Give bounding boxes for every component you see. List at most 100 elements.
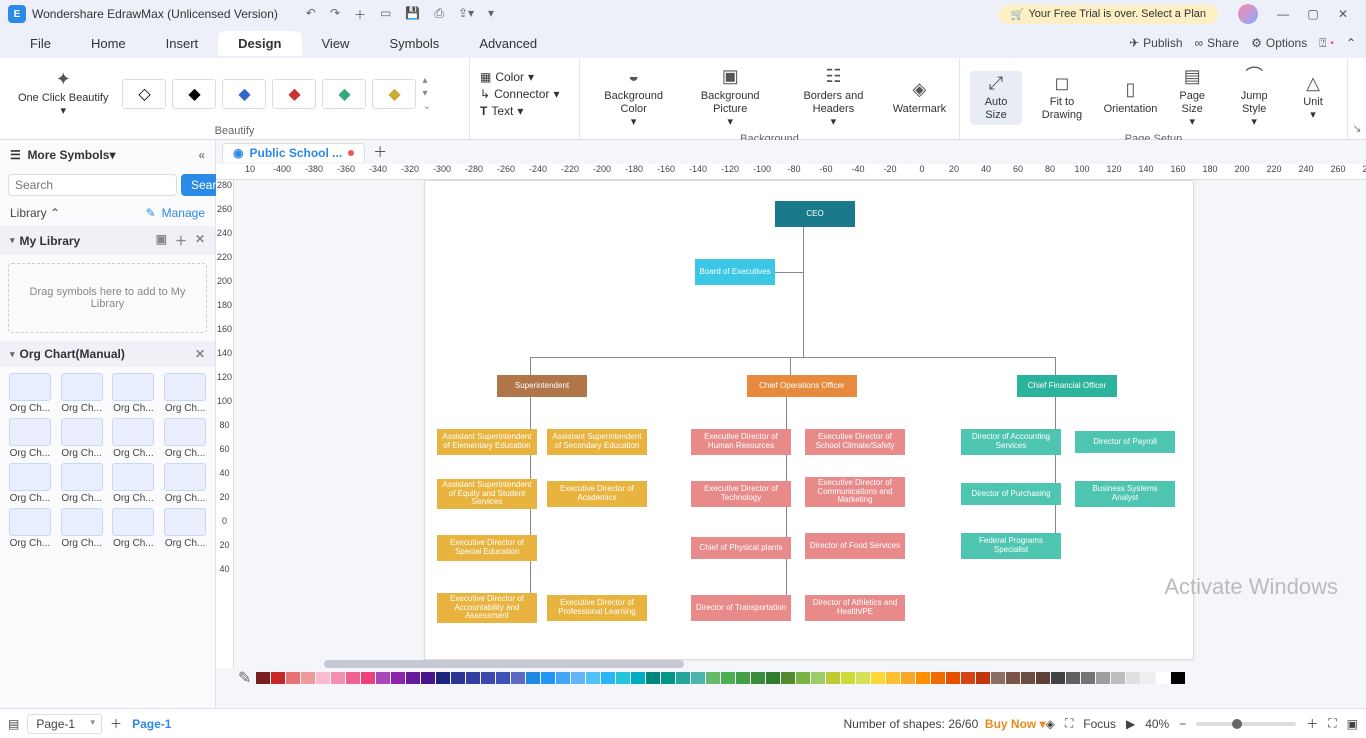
color-swatch[interactable] bbox=[1096, 672, 1110, 684]
org-node[interactable]: Board of Executives bbox=[695, 259, 775, 285]
color-swatch[interactable] bbox=[1021, 672, 1035, 684]
symbol-thumb[interactable]: Org Ch... bbox=[110, 418, 158, 459]
color-swatch[interactable] bbox=[961, 672, 975, 684]
undo-icon[interactable]: ↶ bbox=[306, 6, 316, 23]
zoom-in-button[interactable]: ＋ bbox=[1306, 715, 1318, 732]
redo-icon[interactable]: ↷ bbox=[330, 6, 340, 23]
org-node[interactable]: Director of Transportation bbox=[691, 595, 791, 621]
color-swatch[interactable] bbox=[1126, 672, 1140, 684]
style-preset-5[interactable]: ◆ bbox=[322, 79, 366, 109]
menu-file[interactable]: File bbox=[10, 31, 71, 56]
color-swatch[interactable] bbox=[496, 672, 510, 684]
library-drop-zone[interactable]: Drag symbols here to add to My Library bbox=[8, 263, 207, 333]
org-chart-section[interactable]: ▾Org Chart(Manual) ✕ bbox=[0, 341, 215, 367]
org-node[interactable]: Director of Payroll bbox=[1075, 431, 1175, 453]
lib-new-icon[interactable]: ▣ bbox=[156, 232, 167, 249]
org-node[interactable]: Executive Director of Human Resources bbox=[691, 429, 791, 455]
color-swatch[interactable] bbox=[1006, 672, 1020, 684]
jump-style-button[interactable]: ⌒Jump Style ▾ bbox=[1225, 64, 1283, 131]
color-swatch[interactable] bbox=[1051, 672, 1065, 684]
style-preset-4[interactable]: ◆ bbox=[272, 79, 316, 109]
org-node[interactable]: Executive Director of Accountability and… bbox=[437, 593, 537, 623]
maximize-button[interactable]: ▢ bbox=[1298, 7, 1328, 21]
color-swatch[interactable] bbox=[976, 672, 990, 684]
watermark-button[interactable]: ◈Watermark bbox=[890, 77, 949, 118]
options-button[interactable]: ⚙ Options bbox=[1251, 36, 1307, 50]
color-swatch[interactable] bbox=[691, 672, 705, 684]
page-selector[interactable]: Page-1 bbox=[27, 714, 102, 734]
color-swatch[interactable] bbox=[901, 672, 915, 684]
my-library-section[interactable]: ▾My Library ▣ ＋ ✕ bbox=[0, 226, 215, 255]
org-node[interactable]: Assistant Superintendent of Elementary E… bbox=[437, 429, 537, 455]
minimize-button[interactable]: — bbox=[1268, 7, 1298, 21]
style-preset-3[interactable]: ◆ bbox=[222, 79, 266, 109]
menu-advanced[interactable]: Advanced bbox=[459, 31, 557, 56]
color-swatch[interactable] bbox=[721, 672, 735, 684]
page-indicator[interactable]: Page-1 bbox=[132, 717, 171, 731]
share-button[interactable]: ∞ Share bbox=[1195, 36, 1240, 50]
symbol-thumb[interactable]: Org Ch... bbox=[58, 373, 106, 414]
color-swatch[interactable] bbox=[406, 672, 420, 684]
color-swatch[interactable] bbox=[781, 672, 795, 684]
color-swatch[interactable] bbox=[841, 672, 855, 684]
color-swatch[interactable] bbox=[661, 672, 675, 684]
page-list-icon[interactable]: ▤ bbox=[8, 717, 19, 731]
color-swatch[interactable] bbox=[736, 672, 750, 684]
lib-add-icon[interactable]: ＋ bbox=[175, 232, 187, 249]
color-swatch[interactable] bbox=[1081, 672, 1095, 684]
org-node[interactable]: Federal Programs Specialist bbox=[961, 533, 1061, 559]
color-swatch[interactable] bbox=[1171, 672, 1185, 684]
fit-to-drawing-button[interactable]: ◻Fit to Drawing bbox=[1028, 71, 1096, 125]
style-preset-2[interactable]: ◆ bbox=[172, 79, 216, 109]
org-node[interactable]: Director of Athletics and Health/PE bbox=[805, 595, 905, 621]
color-swatch[interactable] bbox=[796, 672, 810, 684]
unit-button[interactable]: △Unit ▾ bbox=[1289, 71, 1337, 125]
color-swatch[interactable] bbox=[946, 672, 960, 684]
close-button[interactable]: ✕ bbox=[1328, 7, 1358, 21]
color-swatch[interactable] bbox=[1111, 672, 1125, 684]
orientation-button[interactable]: ▯Orientation bbox=[1102, 77, 1159, 118]
org-node[interactable]: Director of Food Services bbox=[805, 533, 905, 559]
section-close-icon[interactable]: ✕ bbox=[195, 347, 205, 361]
export-icon[interactable]: ⇪▾ bbox=[458, 6, 474, 23]
manage-library-button[interactable]: ✎ Manage bbox=[146, 206, 205, 220]
page[interactable]: CEOBoard of ExecutivesSuperintendentChie… bbox=[424, 180, 1194, 660]
menu-view[interactable]: View bbox=[302, 31, 370, 56]
org-node[interactable]: Executive Director of Professional Learn… bbox=[547, 595, 647, 621]
org-node[interactable]: Executive Director of Technology bbox=[691, 481, 791, 507]
symbol-thumb[interactable]: Org Ch... bbox=[161, 508, 209, 549]
add-page-button[interactable]: ＋ bbox=[110, 715, 122, 732]
color-swatch[interactable] bbox=[1156, 672, 1170, 684]
org-node[interactable]: Executive Director of Communications and… bbox=[805, 477, 905, 507]
org-node[interactable]: Business Systems Analyst bbox=[1075, 481, 1175, 507]
org-node[interactable]: Director of Purchasing bbox=[961, 483, 1061, 505]
auto-size-button[interactable]: ⤢Auto Size bbox=[970, 71, 1022, 125]
symbol-thumb[interactable]: Org Ch... bbox=[110, 508, 158, 549]
color-swatch[interactable] bbox=[1066, 672, 1080, 684]
color-swatch[interactable] bbox=[646, 672, 660, 684]
document-tab[interactable]: ◉ Public School ... bbox=[222, 143, 365, 162]
color-swatch[interactable] bbox=[301, 672, 315, 684]
color-swatch[interactable] bbox=[886, 672, 900, 684]
notifications-icon[interactable]: ⍰• bbox=[1319, 36, 1334, 51]
one-click-beautify-button[interactable]: ✦ One Click Beautify ▾ bbox=[10, 67, 116, 121]
collapse-ribbon-icon[interactable]: ⌃ bbox=[1346, 36, 1356, 50]
org-node[interactable]: Assistant Superintendent of Equity and S… bbox=[437, 479, 537, 509]
style-preset-1[interactable]: ◇ bbox=[122, 79, 166, 109]
bg-color-button[interactable]: ◒Background Color ▾ bbox=[590, 64, 677, 131]
style-expand-icon[interactable]: ⌄ bbox=[422, 101, 430, 112]
color-swatch[interactable] bbox=[826, 672, 840, 684]
symbol-thumb[interactable]: Org Ch... bbox=[161, 373, 209, 414]
color-swatch[interactable] bbox=[316, 672, 330, 684]
symbol-thumb[interactable]: Org Ch... bbox=[6, 418, 54, 459]
color-swatch[interactable] bbox=[541, 672, 555, 684]
color-swatch[interactable] bbox=[571, 672, 585, 684]
color-swatch[interactable] bbox=[616, 672, 630, 684]
symbol-thumb[interactable]: Org Ch... bbox=[6, 463, 54, 504]
color-swatch[interactable] bbox=[811, 672, 825, 684]
borders-headers-button[interactable]: ☷Borders and Headers ▾ bbox=[783, 64, 884, 131]
text-dropdown[interactable]: T Text ▾ bbox=[480, 104, 559, 118]
add-tab-button[interactable]: ＋ bbox=[373, 142, 387, 162]
color-swatch[interactable] bbox=[916, 672, 930, 684]
symbol-search-input[interactable] bbox=[8, 174, 177, 196]
